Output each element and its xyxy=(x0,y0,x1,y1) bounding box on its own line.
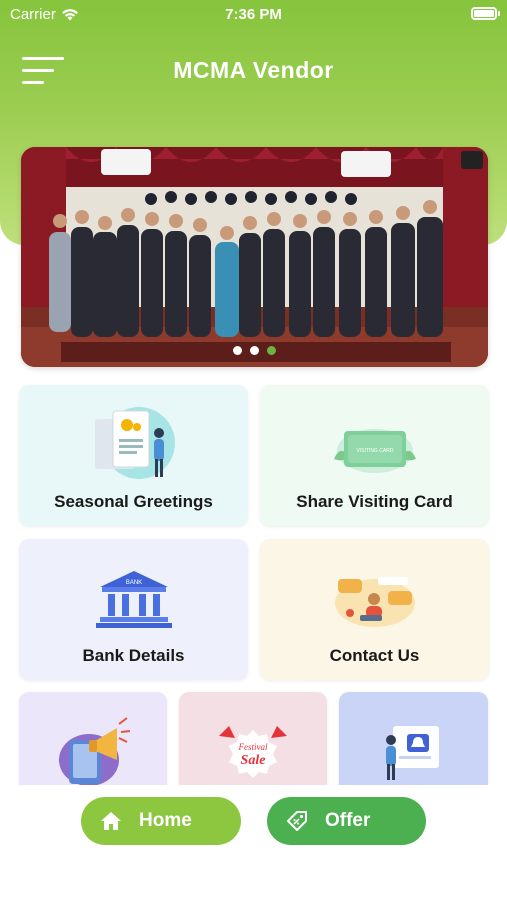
offer-button[interactable]: Offer xyxy=(267,797,426,845)
notification-board-icon xyxy=(385,726,439,780)
home-icon xyxy=(101,812,121,830)
battery-icon xyxy=(471,7,500,20)
contact-support-icon xyxy=(334,577,415,627)
visiting-card-text: VISITING CARD xyxy=(356,448,393,454)
bottom-navigation: Home Offer xyxy=(0,785,507,900)
sale-text: Sale xyxy=(241,753,266,768)
festival-sale-icon: Festival Sale xyxy=(219,726,287,778)
share-visiting-card-card[interactable]: VISITING CARD Share Visiting Card xyxy=(260,385,489,526)
share-visiting-card-label: Share Visiting Card xyxy=(296,492,453,511)
banner-photo xyxy=(21,147,488,367)
contact-us-card[interactable]: Contact Us xyxy=(260,539,489,680)
status-bar: Carrier 7:36 PM xyxy=(0,0,507,30)
greetings-illustration-icon xyxy=(94,407,175,479)
megaphone-icon xyxy=(59,717,131,786)
carousel-dots xyxy=(21,346,488,355)
page-title: MCMA Vendor xyxy=(173,57,334,83)
festival-text: Festival xyxy=(238,742,268,752)
home-button[interactable]: Home xyxy=(81,797,241,845)
bank-details-card[interactable]: BANK Bank Details xyxy=(19,539,248,680)
banner-carousel[interactable] xyxy=(21,147,488,367)
bank-icon: BANK xyxy=(95,571,172,628)
visiting-card-icon: VISITING CARD xyxy=(333,429,416,473)
carousel-dot[interactable] xyxy=(233,346,242,355)
status-time: 7:36 PM xyxy=(225,6,282,23)
contact-us-label: Contact Us xyxy=(329,646,420,665)
carousel-dot-active[interactable] xyxy=(267,346,276,355)
carousel-dot[interactable] xyxy=(250,346,259,355)
offer-label: Offer xyxy=(325,810,371,831)
seasonal-greetings-label: Seasonal Greetings xyxy=(54,492,213,511)
home-label: Home xyxy=(139,810,192,831)
bank-sign-text: BANK xyxy=(125,580,141,586)
offer-tag-icon xyxy=(287,811,307,831)
seasonal-greetings-card[interactable]: Seasonal Greetings xyxy=(19,385,248,526)
bank-details-label: Bank Details xyxy=(82,646,185,665)
